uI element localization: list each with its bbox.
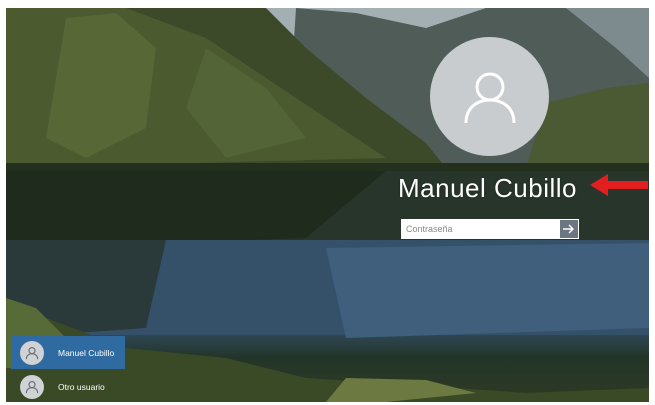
submit-button[interactable] [559,219,579,239]
user-item-label: Otro usuario [58,381,105,392]
user-icon [20,374,44,399]
annotation-arrow-icon [590,174,648,196]
password-box [401,219,581,241]
arrow-right-icon [563,224,574,234]
user-item-label: Manuel Cubillo [58,347,115,358]
user-name: Manuel Cubillo [398,173,577,203]
user-item-manuel-cubillo[interactable]: Manuel Cubillo [11,336,125,369]
password-input[interactable] [401,219,559,239]
user-icon [464,72,515,123]
user-icon [20,340,44,365]
user-switcher-list: Manuel Cubillo Otro usuario [11,336,125,402]
lock-screen-background: Manuel Cubillo Manuel Cubillo Otro usuar… [6,8,649,402]
user-item-other-user[interactable]: Otro usuario [11,370,125,402]
user-avatar [430,37,549,156]
